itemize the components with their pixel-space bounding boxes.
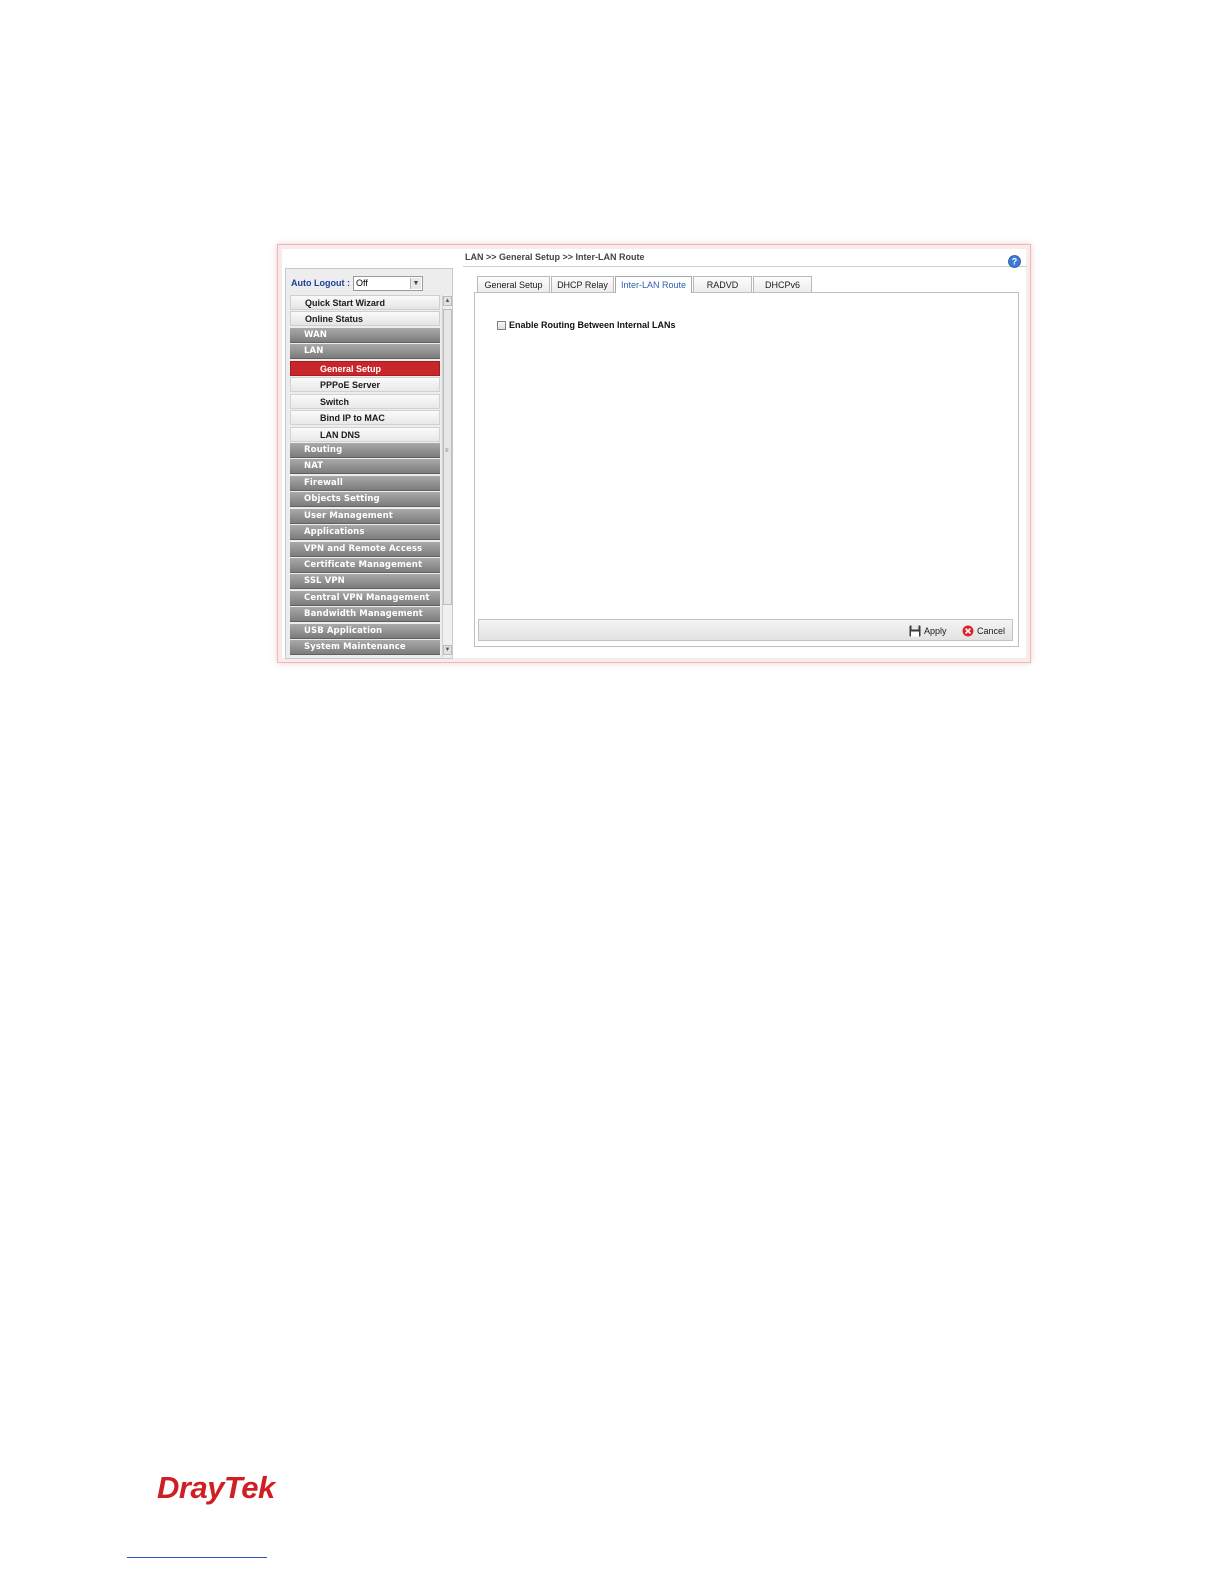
sidebar-item-usb-application[interactable]: USB Application [290,623,440,639]
tab-radvd[interactable]: RADVD [693,276,752,292]
enable-routing-checkbox[interactable] [497,320,506,330]
chevron-down-icon[interactable]: ▼ [409,277,421,289]
sidebar-item-system-maintenance[interactable]: System Maintenance [290,640,440,656]
scroll-up-icon[interactable]: ▲ [443,296,452,306]
sidebar: Auto Logout : Off ▼ Quick Start Wizard On… [285,268,453,659]
draytek-logo: DrayTek [157,1470,275,1505]
sidebar-scrollbar[interactable]: ▲ ≡ ▼ [442,295,452,657]
tab-dhcpv6[interactable]: DHCPv6 [753,276,812,292]
cancel-icon [962,625,974,637]
sidebar-item-central-vpn-management[interactable]: Central VPN Management [290,590,440,606]
cancel-button[interactable]: Cancel [962,624,1005,638]
sidebar-item-online-status[interactable]: Online Status [290,311,440,327]
sidebar-item-bind-ip-to-mac[interactable]: Bind IP to MAC [290,410,440,426]
enable-routing-label: Enable Routing Between Internal LANs [509,320,676,330]
sidebar-item-switch[interactable]: Switch [290,393,440,409]
sidebar-item-certificate-management[interactable]: Certificate Management [290,558,440,573]
tab-general-setup[interactable]: General Setup [477,276,550,292]
screenshot-frame: Auto Logout : Off ▼ Quick Start Wizard On… [277,244,1031,663]
tab-dhcp-relay[interactable]: DHCP Relay [551,276,614,292]
tab-inter-lan-route[interactable]: Inter-LAN Route [615,276,692,293]
sidebar-item-pppoe-server[interactable]: PPPoE Server [290,377,440,393]
sidebar-item-nat[interactable]: NAT [290,459,440,475]
tab-bar: General Setup DHCP Relay Inter-LAN Route RA… [477,276,813,293]
sidebar-item-objects-setting[interactable]: Objects Setting [290,492,440,508]
cancel-label: Cancel [977,626,1006,636]
help-icon[interactable]: ? [1008,255,1021,268]
apply-label: Apply [924,626,947,636]
sidebar-item-bandwidth-management[interactable]: Bandwidth Management [290,607,440,623]
breadcrumb: LAN >> General Setup >> Inter-LAN Route [465,252,645,262]
save-icon [909,625,921,637]
sidebar-item-vpn-and-remote-access[interactable]: VPN and Remote Access [290,541,440,557]
sidebar-item-quick-start-wizard[interactable]: Quick Start Wizard [290,295,440,310]
sidebar-item-general-setup[interactable]: General Setup [290,360,440,376]
auto-logout-value: Off [355,277,368,288]
auto-logout: Auto Logout : Off ▼ [291,274,449,292]
auto-logout-label: Auto Logout : [291,278,350,288]
apply-button[interactable]: Apply [909,624,947,638]
sidebar-item-routing[interactable]: Routing [290,442,440,458]
sidebar-item-applications[interactable]: Applications [290,525,440,541]
sidebar-item-lan-dns[interactable]: LAN DNS [290,426,440,442]
sidebar-menu: Quick Start Wizard Online Status WAN LAN Gen… [290,295,440,657]
sidebar-item-wan[interactable]: WAN [290,327,440,343]
enable-routing-option[interactable]: Enable Routing Between Internal LANs [497,320,676,330]
sidebar-item-user-management[interactable]: User Management [290,508,440,524]
content-panel [474,292,1019,647]
footer-link-line [127,1557,267,1558]
scroll-thumb[interactable]: ≡ [443,309,452,605]
grip-icon: ≡ [445,448,449,454]
router-web-ui: Auto Logout : Off ▼ Quick Start Wizard On… [282,249,1027,659]
sidebar-item-firewall[interactable]: Firewall [290,475,440,491]
auto-logout-select[interactable]: Off ▼ [352,275,423,291]
scroll-down-icon[interactable]: ▼ [443,645,452,655]
sidebar-item-ssl-vpn[interactable]: SSL VPN [290,574,440,590]
sidebar-item-lan[interactable]: LAN [290,344,440,360]
svg-text:?: ? [1012,257,1018,267]
header-divider [463,266,1027,267]
action-bar: Apply Cancel [478,619,1013,641]
